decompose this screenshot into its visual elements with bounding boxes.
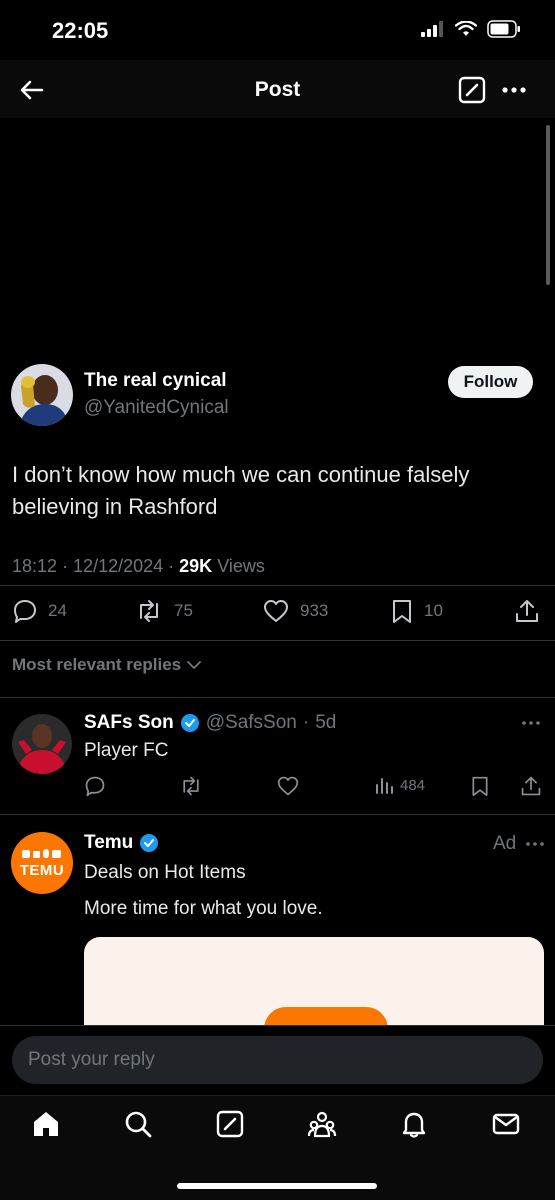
more-icon[interactable]	[500, 78, 528, 102]
reply-views-count: 484	[400, 776, 426, 794]
author-name[interactable]: The real cynical	[84, 370, 227, 392]
verified-badge-icon	[140, 834, 159, 852]
reply-share-action[interactable]	[520, 775, 542, 797]
divider	[0, 697, 555, 698]
like-action[interactable]: 933	[262, 598, 328, 624]
views-label: Views	[217, 556, 265, 576]
ad-media-card[interactable]	[84, 937, 544, 1037]
post-meta: 18:12 · 12/12/2024 · 29K Views	[12, 556, 265, 576]
reply-author[interactable]: SAFs Son @SafsSon · 5d	[84, 712, 336, 734]
reply-views-action[interactable]: 484	[374, 775, 425, 795]
ad-more-icon[interactable]	[524, 838, 546, 850]
reply-icon	[85, 776, 105, 797]
reply-count: 24	[48, 601, 67, 620]
ad-author-name: Temu	[84, 832, 134, 853]
temu-logo-text: TEMU	[19, 861, 65, 879]
reply-text: Player FC	[84, 740, 169, 761]
divider	[0, 585, 555, 586]
grok-icon[interactable]	[458, 76, 486, 104]
search-icon[interactable]	[122, 1108, 154, 1140]
chevron-down-icon	[187, 661, 202, 669]
post-time: 18:12	[12, 556, 58, 576]
reply-age: 5d	[315, 712, 337, 733]
views-count: 29K	[179, 556, 213, 576]
share-action[interactable]	[514, 598, 540, 624]
ad-author[interactable]: Temu	[84, 832, 159, 854]
follow-button[interactable]: Follow	[448, 366, 533, 398]
reply-avatar[interactable]	[12, 714, 72, 774]
author-handle[interactable]: @YanitedCynical	[84, 397, 229, 419]
ad-headline: Deals on Hot Items	[84, 862, 246, 883]
home-indicator	[177, 1183, 377, 1189]
reply-author-name: SAFs Son	[84, 712, 174, 733]
divider	[0, 814, 555, 815]
wifi-icon	[455, 21, 477, 36]
replies-filter-label: Most relevant replies	[12, 655, 182, 674]
post-text: I don’t know how much we can continue fa…	[12, 462, 470, 519]
reply-actions: 484	[0, 775, 555, 799]
post-date: 12/12/2024	[73, 556, 164, 576]
status-time: 22:05	[52, 18, 109, 43]
scrollbar[interactable]	[546, 125, 550, 285]
status-icons	[421, 20, 521, 38]
ad-label: Ad	[493, 833, 517, 854]
heart-icon	[264, 600, 288, 622]
bookmark-icon	[393, 600, 411, 623]
share-icon	[516, 600, 538, 622]
post-actions: 24 75 933 10	[0, 598, 555, 628]
divider	[0, 640, 555, 641]
reply-action[interactable]: 24	[12, 598, 67, 624]
separator-dot: ·	[302, 712, 310, 733]
share-icon	[521, 776, 541, 796]
temu-mascot-icon	[22, 848, 61, 858]
avatar[interactable]	[11, 364, 73, 426]
reply-reply-action[interactable]	[84, 775, 106, 797]
signal-icon	[421, 21, 443, 37]
like-count: 933	[300, 601, 329, 620]
views-icon	[376, 778, 393, 794]
notifications-icon[interactable]	[398, 1108, 430, 1140]
reply-repost-action[interactable]	[178, 775, 204, 797]
repost-action[interactable]: 75	[134, 598, 193, 624]
replies-filter[interactable]: Most relevant replies	[12, 655, 202, 675]
bookmark-count: 10	[424, 601, 443, 620]
grok-icon[interactable]	[214, 1108, 246, 1140]
verified-badge-icon	[180, 714, 199, 732]
reply-bookmark-action[interactable]	[470, 775, 490, 797]
reply-icon	[14, 600, 36, 623]
heart-icon	[277, 776, 299, 796]
reply-more-icon[interactable]	[520, 716, 542, 730]
communities-icon[interactable]	[306, 1108, 338, 1140]
bookmark-action[interactable]: 10	[390, 598, 443, 624]
repost-icon	[140, 600, 158, 622]
ad-subtext: More time for what you love.	[84, 898, 323, 919]
reply-like-action[interactable]	[276, 775, 300, 797]
repost-count: 75	[174, 601, 193, 620]
temu-logo[interactable]: TEMU	[11, 832, 73, 894]
reply-input[interactable]	[12, 1036, 543, 1084]
reply-handle: @SafsSon	[205, 712, 297, 733]
home-icon[interactable]	[30, 1108, 62, 1140]
repost-icon	[183, 776, 199, 796]
messages-icon[interactable]	[490, 1108, 522, 1140]
bookmark-icon	[472, 776, 488, 796]
battery-icon	[487, 20, 520, 38]
